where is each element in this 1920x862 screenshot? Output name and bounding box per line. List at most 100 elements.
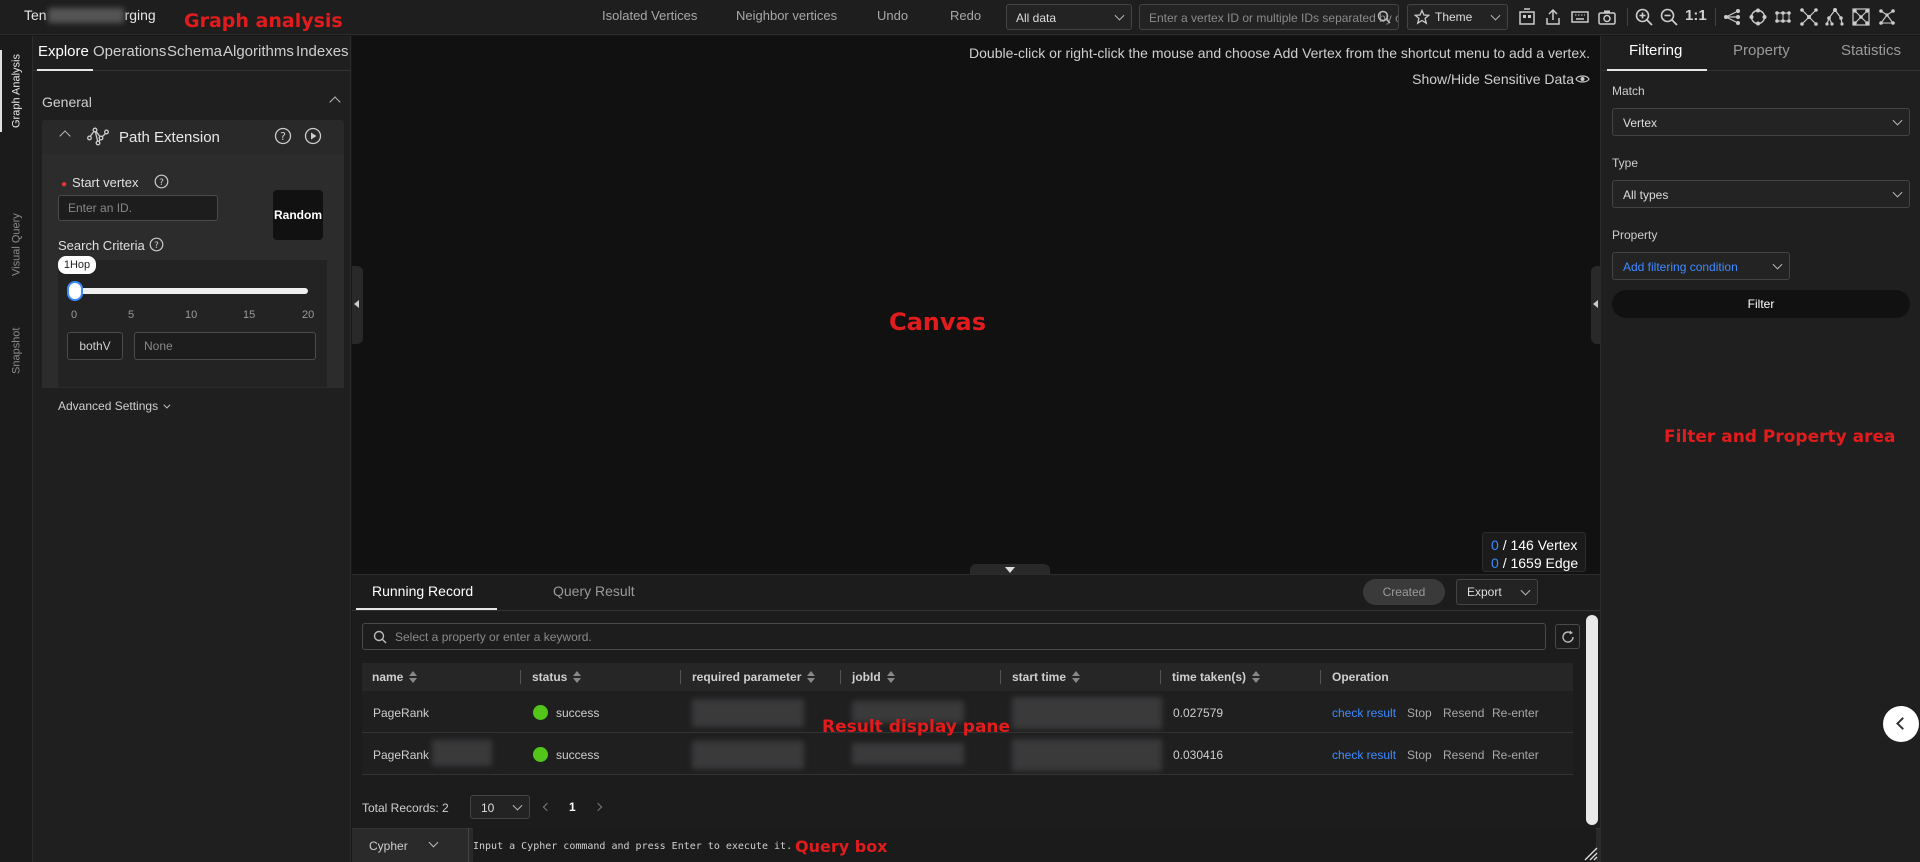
collapse-left-handle[interactable] <box>352 266 363 344</box>
current-page[interactable]: 1 <box>569 800 576 814</box>
export-icon[interactable] <box>1543 7 1563 27</box>
graph-title: Ten rging <box>24 7 156 23</box>
eye-icon[interactable] <box>1575 73 1590 85</box>
tab-statistics[interactable]: Statistics <box>1841 42 1901 59</box>
tab-schema[interactable]: Schema <box>167 43 222 60</box>
redacted-start-time <box>1012 739 1162 771</box>
sort-icon[interactable] <box>409 671 418 683</box>
sort-icon[interactable] <box>1252 671 1261 683</box>
prev-page-icon[interactable] <box>542 802 552 812</box>
sort-icon[interactable] <box>573 671 582 683</box>
data-scope-select[interactable]: All data <box>1006 4 1132 30</box>
vertex-search-input[interactable]: Enter a vertex ID or multiple IDs separa… <box>1139 4 1399 30</box>
redo-button[interactable]: Redo <box>950 8 981 23</box>
tab-property[interactable]: Property <box>1733 42 1790 59</box>
filter-button[interactable]: Filter <box>1612 290 1910 318</box>
tab-indexes[interactable]: Indexes <box>296 43 349 60</box>
expand-side-button[interactable] <box>1883 706 1919 742</box>
stop-button[interactable]: Stop <box>1407 706 1432 720</box>
resize-handle-icon[interactable] <box>1584 847 1598 861</box>
resend-button[interactable]: Resend <box>1443 748 1484 762</box>
rail-tab-visual-query[interactable]: Visual Query <box>0 204 33 286</box>
hop-slider-track[interactable] <box>70 288 308 294</box>
page-size-select[interactable]: 10 <box>470 795 530 819</box>
tab-active-indicator <box>1607 69 1707 71</box>
column-header-jobid[interactable]: jobId <box>852 670 895 684</box>
edge-filter-input[interactable]: None <box>134 332 316 360</box>
column-divider <box>520 670 521 684</box>
hop-slider-handle[interactable] <box>67 281 83 301</box>
type-select[interactable]: All types <box>1612 180 1910 208</box>
annotation-canvas: Canvas <box>889 308 987 336</box>
run-icon[interactable] <box>304 127 322 145</box>
layout-tree-icon[interactable] <box>1722 7 1742 27</box>
random-button[interactable]: Random <box>273 190 323 240</box>
zoom-out-icon[interactable] <box>1659 7 1679 27</box>
neighbor-vertices-button[interactable]: Neighbor vertices <box>736 8 837 23</box>
layout-hierarchy-icon[interactable] <box>1825 7 1845 27</box>
layout-grid-icon[interactable] <box>1773 7 1793 27</box>
column-header-time-taken[interactable]: time taken(s) <box>1172 670 1261 684</box>
export-select[interactable]: Export <box>1456 579 1538 605</box>
tab-query-result[interactable]: Query Result <box>553 583 635 599</box>
search-icon[interactable] <box>1377 10 1391 24</box>
tab-running-record[interactable]: Running Record <box>372 583 473 599</box>
sort-icon[interactable] <box>886 671 895 683</box>
resend-button[interactable]: Resend <box>1443 706 1484 720</box>
created-filter-button[interactable]: Created <box>1363 579 1445 605</box>
next-page-icon[interactable] <box>593 802 603 812</box>
sort-icon[interactable] <box>1072 671 1081 683</box>
re-enter-button[interactable]: Re-enter <box>1492 748 1539 762</box>
sensitive-data-toggle[interactable]: Show/Hide Sensitive Data <box>1412 71 1574 87</box>
help-icon[interactable]: ? <box>149 237 164 252</box>
layout-random-icon[interactable] <box>1877 7 1897 27</box>
add-filtering-condition-select[interactable]: Add filtering condition <box>1612 252 1790 280</box>
layout-circle-icon[interactable] <box>1748 7 1768 27</box>
tab-operations[interactable]: Operations <box>93 43 166 60</box>
check-result-link[interactable]: check result <box>1332 748 1396 762</box>
direction-select[interactable]: bothV <box>67 332 123 360</box>
isolated-vertices-button[interactable]: Isolated Vertices <box>602 8 697 23</box>
rail-tab-graph-analysis[interactable]: Graph Analysis <box>0 50 33 132</box>
match-select[interactable]: Vertex <box>1612 108 1910 136</box>
layout-force-icon[interactable] <box>1851 7 1871 27</box>
stop-button[interactable]: Stop <box>1407 748 1432 762</box>
column-header-required-parameter[interactable]: required parameter <box>692 670 816 684</box>
tab-filtering[interactable]: Filtering <box>1629 42 1682 59</box>
tab-divider <box>352 610 1600 611</box>
tab-active-indicator <box>37 69 93 71</box>
collapse-right-handle[interactable] <box>1591 266 1601 344</box>
camera-icon[interactable] <box>1597 7 1617 27</box>
check-result-link[interactable]: check result <box>1332 706 1396 720</box>
column-header-name[interactable]: name <box>372 670 418 684</box>
graph-canvas[interactable]: Double-click or right-click the mouse an… <box>352 36 1600 576</box>
tab-explore[interactable]: Explore <box>38 43 89 60</box>
refresh-button[interactable] <box>1555 624 1580 649</box>
tab-algorithms[interactable]: Algorithms <box>223 43 294 60</box>
layout-radial-icon[interactable] <box>1799 7 1819 27</box>
keyboard-icon[interactable] <box>1570 7 1590 27</box>
vertical-scrollbar[interactable] <box>1586 615 1598 825</box>
query-language-select[interactable]: Cypher <box>369 839 408 853</box>
undo-button[interactable]: Undo <box>877 8 908 23</box>
zoom-in-icon[interactable] <box>1634 7 1654 27</box>
help-icon[interactable]: ? <box>154 174 169 189</box>
svg-text:?: ? <box>154 241 159 251</box>
column-header-start-time[interactable]: start time <box>1012 670 1081 684</box>
advanced-settings-toggle[interactable]: Advanced Settings <box>58 399 171 413</box>
top-bar: Ten rging Graph analysis Isolated Vertic… <box>0 0 1920 35</box>
chevron-up-icon[interactable] <box>329 96 341 108</box>
zoom-reset-button[interactable]: 1:1 <box>1685 7 1707 24</box>
re-enter-button[interactable]: Re-enter <box>1492 706 1539 720</box>
chevron-left-icon <box>1896 717 1909 730</box>
rail-tab-snapshot[interactable]: Snapshot <box>0 316 33 386</box>
chevron-up-icon[interactable] <box>59 130 71 142</box>
match-label: Match <box>1612 84 1645 98</box>
column-header-status[interactable]: status <box>532 670 582 684</box>
help-icon[interactable]: ? <box>274 127 292 145</box>
right-panel: Filtering Property Statistics Match Vert… <box>1591 36 1920 862</box>
record-search-input[interactable]: Select a property or enter a keyword. <box>362 623 1546 650</box>
start-vertex-input[interactable]: Enter an ID. <box>58 195 218 221</box>
sort-icon[interactable] <box>807 671 816 683</box>
building-icon[interactable] <box>1517 7 1537 27</box>
